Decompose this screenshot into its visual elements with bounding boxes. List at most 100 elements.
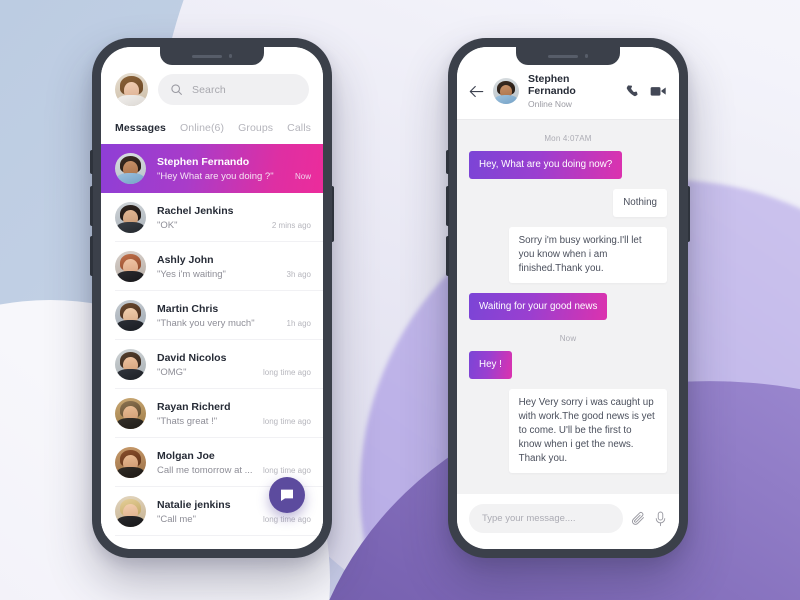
screen-messages-list: Search Messages Online(6) Groups Calls S… (101, 47, 323, 549)
list-item[interactable]: Rachel Jenkins "OK" 2 mins ago (101, 193, 323, 242)
avatar-photo (115, 202, 146, 233)
avatar-photo (493, 78, 519, 104)
avatar (115, 202, 146, 233)
list-item[interactable]: Stephen Fernando "Hey What are you doing… (101, 144, 323, 193)
thread-timestamp-top: Mon 4:07AM (544, 134, 592, 143)
phone-notch (160, 47, 264, 65)
avatar (115, 398, 146, 429)
search-placeholder: Search (192, 83, 226, 96)
phone-button-volume-up[interactable] (90, 186, 93, 226)
contact-name: Ashly John (157, 253, 214, 266)
phone-button-power[interactable] (331, 186, 334, 242)
list-item-meta: Rayan Richerd "Thats great !" long time … (157, 401, 311, 427)
list-item-meta: David Nicolos "OMG" long time ago (157, 352, 311, 378)
tab-groups[interactable]: Groups (238, 122, 273, 135)
new-message-fab[interactable] (269, 477, 305, 513)
message-bubble-outgoing: Hey, What are you doing now? (469, 151, 623, 179)
header-actions (625, 84, 667, 98)
contact-name: Rayan Richerd (157, 400, 231, 413)
message-preview: Call me tomorrow at ... (157, 464, 253, 476)
timestamp: 2 mins ago (271, 220, 311, 230)
list-item-meta: Ashly John "Yes i'm waiting" 3h ago (157, 254, 311, 280)
search-input[interactable]: Search (158, 74, 309, 105)
avatar (115, 153, 146, 184)
phone-button-mute[interactable] (446, 150, 449, 174)
avatar-photo (115, 251, 146, 282)
avatar-photo (115, 153, 146, 184)
earpiece-speaker (547, 54, 578, 58)
message-preview: "Call me" (157, 513, 196, 525)
message-preview: "Thats great !" (157, 415, 218, 427)
message-preview: "OK" (157, 219, 178, 231)
avatar (115, 447, 146, 478)
message-bubble-incoming: Hey Very sorry i was caught up with work… (508, 389, 667, 473)
tab-calls[interactable]: Calls (287, 122, 311, 135)
list-item-meta: Molgan Joe Call me tomorrow at ... long … (157, 450, 311, 476)
phone-button-mute[interactable] (90, 150, 93, 174)
list-item[interactable]: Martin Chris "Thank you very much" 1h ag… (101, 291, 323, 340)
message-input-placeholder: Type your message.... (482, 513, 576, 524)
phone-button-power[interactable] (687, 186, 690, 242)
message-thread: Mon 4:07AM Hey, What are you doing now? … (457, 120, 679, 494)
list-item[interactable]: David Nicolos "OMG" long time ago (101, 340, 323, 389)
message-bubble-outgoing: Waiting for your good news (469, 292, 608, 321)
tab-messages[interactable]: Messages (115, 122, 166, 135)
contact-name: Rachel Jenkins (157, 204, 234, 217)
phone-icon[interactable] (625, 84, 639, 98)
tab-online[interactable]: Online(6) (180, 122, 224, 135)
back-arrow-icon[interactable] (469, 85, 484, 98)
phone-button-volume-up[interactable] (446, 186, 449, 226)
voice-record-button[interactable] (654, 511, 667, 527)
screen-conversation: Stephen Fernando Online Now Mon 4:07AM H (457, 47, 679, 549)
timestamp: long time ago (262, 367, 311, 377)
list-item-meta: Stephen Fernando "Hey What are you doing… (157, 156, 311, 182)
earpiece-speaker (191, 54, 222, 58)
status-badge: Online Now (528, 99, 572, 109)
front-camera-icon (584, 54, 589, 58)
list-item[interactable]: Rayan Richerd "Thats great !" long time … (101, 389, 323, 438)
message-bubble-incoming: Nothing (613, 188, 667, 217)
avatar[interactable] (115, 73, 148, 106)
message-input[interactable]: Type your message.... (469, 504, 623, 533)
avatar (115, 496, 146, 527)
phone-device-right: Stephen Fernando Online Now Mon 4:07AM H (446, 38, 690, 558)
phone-button-volume-down[interactable] (90, 236, 93, 276)
timestamp: Now (294, 171, 311, 181)
list-item[interactable]: Ashly John "Yes i'm waiting" 3h ago (101, 242, 323, 291)
contact-info: Stephen Fernando Online Now (528, 73, 616, 109)
message-bubble-incoming: Sorry i'm busy working.I'll let you know… (508, 226, 667, 283)
tab-bar: Messages Online(6) Groups Calls (101, 106, 323, 144)
row-divider (115, 535, 323, 536)
message-preview: "Yes i'm waiting" (157, 268, 226, 280)
message-preview: "Hey What are you doing ?" (157, 170, 274, 182)
front-camera-icon (228, 54, 233, 58)
timestamp: 3h ago (286, 269, 311, 279)
phone-button-volume-down[interactable] (446, 236, 449, 276)
paperclip-icon (631, 512, 644, 525)
contact-name: Stephen Fernando (528, 73, 576, 97)
avatar[interactable] (493, 78, 519, 104)
contact-name: Molgan Joe (157, 449, 215, 462)
timestamp: 1h ago (286, 318, 311, 328)
conversation-container: Stephen Fernando Online Now Mon 4:07AM H (457, 47, 679, 549)
contact-name: Martin Chris (157, 302, 219, 315)
message-preview: "OMG" (157, 366, 187, 378)
avatar-photo (115, 300, 146, 331)
avatar-photo (115, 496, 146, 527)
list-item-meta: Martin Chris "Thank you very much" 1h ag… (157, 303, 311, 329)
thread-timestamp-mid: Now (559, 334, 577, 344)
avatar (115, 251, 146, 282)
phone-device-left: Search Messages Online(6) Groups Calls S… (90, 38, 334, 558)
timestamp: long time ago (262, 514, 311, 524)
video-camera-icon[interactable] (650, 84, 667, 98)
contact-name: Stephen Fernando (157, 155, 250, 168)
message-composer: Type your message.... (457, 494, 679, 549)
phone-notch (516, 47, 620, 65)
avatar-photo (115, 447, 146, 478)
avatar-photo (115, 349, 146, 380)
timestamp: long time ago (262, 416, 311, 426)
chat-bubble-icon (281, 489, 293, 501)
avatar (115, 349, 146, 380)
attach-button[interactable] (631, 511, 646, 526)
avatar-photo (115, 398, 146, 429)
